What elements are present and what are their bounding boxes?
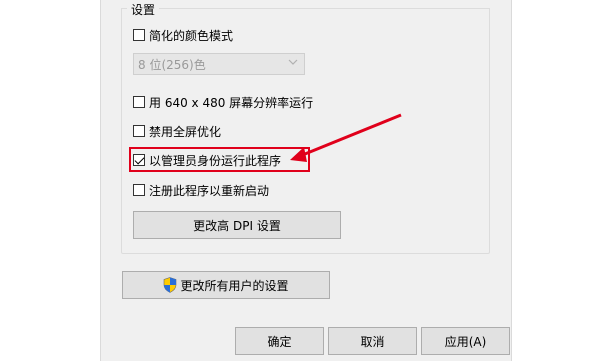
annotation-arrow [290, 113, 402, 162]
